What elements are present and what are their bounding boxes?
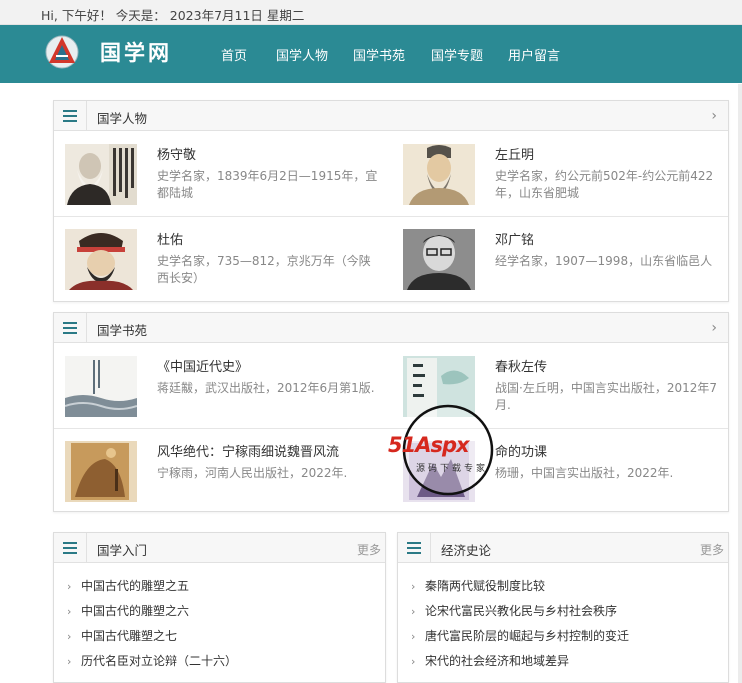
person-desc: 史学名家，约公元前502年-约公元前422年，山东省肥城 — [495, 169, 714, 200]
person-portrait — [403, 144, 475, 205]
list-item[interactable]: › 中国古代的雕塑之五 — [67, 577, 237, 602]
person-item[interactable]: 杨守敬 史学名家，1839年6月2日—1915年，宜都陆城 — [54, 144, 392, 214]
book-desc: 杨珊，中国言实出版社，2022年. — [495, 466, 674, 480]
person-portrait — [65, 229, 137, 290]
book-title[interactable]: 春秋左传 — [495, 356, 547, 375]
menu-icon — [63, 322, 77, 334]
more-link[interactable]: 更多 — [357, 541, 381, 558]
person-item[interactable]: 邓广铭 经学名家，1907—1998，山东省临邑人 — [392, 229, 730, 299]
site-header: 国学网 首页 国学人物 国学书苑 国学专题 用户留言 — [0, 25, 742, 83]
person-item[interactable]: 杜佑 史学名家，735—812，京兆万年（今陕西长安） — [54, 229, 392, 299]
person-name[interactable]: 杨守敬 — [157, 144, 196, 163]
nav-books[interactable]: 国学书苑 — [353, 45, 405, 64]
books-panel-title: 国学书苑 — [97, 323, 148, 338]
intro-panel-title: 国学入门 — [97, 543, 148, 558]
chevron-right-icon: › — [411, 580, 416, 593]
top-info-bar: Hi, 下午好！ 今天是： 2023年7月11日 星期二 — [0, 0, 742, 25]
chevron-right-icon[interactable]: › — [711, 108, 717, 124]
menu-icon — [63, 542, 77, 554]
nav-topics[interactable]: 国学专题 — [431, 45, 483, 64]
list-item[interactable]: › 秦隋两代赋役制度比较 — [411, 577, 629, 602]
book-title[interactable]: 《中国近代史》 — [157, 356, 248, 375]
book-title[interactable]: 风华绝代：宁稼雨细说魏晋风流 — [157, 441, 339, 460]
header-divider — [86, 533, 87, 563]
econ-list: › 秦隋两代赋役制度比较 › 论宋代富民兴教化民与乡村社会秩序 › 唐代富民阶层的崛起… — [411, 577, 629, 677]
date-greeting: Hi, 下午好！ 今天是： 2023年7月11日 星期二 — [41, 8, 305, 23]
book-desc: 战国·左丘明，中国言实出版社，2012年7月. — [495, 381, 717, 412]
list-item-link[interactable]: 秦隋两代赋役制度比较 — [425, 579, 545, 593]
chevron-right-icon: › — [67, 630, 72, 643]
watermark-sub: 源码下载专家 — [416, 464, 489, 474]
person-portrait — [403, 229, 475, 290]
menu-icon — [407, 542, 421, 554]
row-divider — [54, 216, 728, 217]
chevron-right-icon: › — [67, 605, 72, 618]
book-item[interactable]: 风华绝代：宁稼雨细说魏晋风流 宁稼雨，河南人民出版社，2022年. — [54, 441, 392, 511]
book-cover — [65, 356, 137, 417]
chevron-right-icon: › — [411, 630, 416, 643]
scrollbar[interactable] — [738, 84, 742, 683]
person-item[interactable]: 左丘明 史学名家，约公元前502年-约公元前422年，山东省肥城 — [392, 144, 730, 214]
list-item-link[interactable]: 历代名臣对立论辩（二十六） — [81, 654, 237, 668]
people-panel: 国学人物 › 杨守敬 史学名家，1839年6月2日—1915年，宜都陆城 左丘明… — [53, 100, 729, 302]
econ-panel-header: 经济史论 更多 — [398, 533, 728, 563]
site-logo-text[interactable]: 国学网 — [100, 37, 172, 67]
menu-icon — [63, 110, 77, 122]
chevron-right-icon: › — [411, 655, 416, 668]
more-link[interactable]: 更多 — [700, 541, 724, 558]
econ-panel-title: 经济史论 — [441, 543, 492, 558]
list-item-link[interactable]: 唐代富民阶层的崛起与乡村控制的变迁 — [425, 629, 629, 643]
chevron-right-icon[interactable]: › — [711, 320, 717, 336]
list-item[interactable]: › 历代名臣对立论辩（二十六） — [67, 652, 237, 677]
list-item[interactable]: › 宋代的社会经济和地域差异 — [411, 652, 629, 677]
header-divider — [86, 313, 87, 343]
list-item[interactable]: › 中国古代雕塑之七 — [67, 627, 237, 652]
people-panel-header: 国学人物 › — [54, 101, 728, 131]
book-item[interactable]: 《中国近代史》 蒋廷黻，武汉出版社，2012年6月第1版. — [54, 356, 392, 426]
chevron-right-icon: › — [411, 605, 416, 618]
book-desc: 蒋廷黻，武汉出版社，2012年6月第1版. — [157, 381, 375, 395]
person-desc: 经学名家，1907—1998，山东省临邑人 — [495, 254, 713, 268]
list-item-link[interactable]: 宋代的社会经济和地域差异 — [425, 654, 569, 668]
person-name[interactable]: 杜佑 — [157, 229, 183, 248]
person-desc: 史学名家，735—812，京兆万年（今陕西长安） — [157, 254, 371, 285]
list-item-link[interactable]: 中国古代雕塑之七 — [81, 629, 177, 643]
intro-list: › 中国古代的雕塑之五 › 中国古代的雕塑之六 › 中国古代雕塑之七 › 历代名臣对立论… — [67, 577, 237, 677]
list-item[interactable]: › 论宋代富民兴教化民与乡村社会秩序 — [411, 602, 629, 627]
watermark-brand: 51Aspx — [388, 433, 470, 457]
header-divider — [430, 533, 431, 563]
person-desc: 史学名家，1839年6月2日—1915年，宜都陆城 — [157, 169, 378, 200]
list-item[interactable]: › 中国古代的雕塑之六 — [67, 602, 237, 627]
book-cover — [65, 441, 137, 502]
person-name[interactable]: 邓广铭 — [495, 229, 534, 248]
list-item-link[interactable]: 论宋代富民兴教化民与乡村社会秩序 — [425, 604, 617, 618]
nav-home[interactable]: 首页 — [221, 45, 247, 64]
header-divider — [86, 101, 87, 131]
nav-people[interactable]: 国学人物 — [276, 45, 328, 64]
people-panel-title: 国学人物 — [97, 111, 148, 126]
book-desc: 宁稼雨，河南人民出版社，2022年. — [157, 466, 348, 480]
nav-guestbook[interactable]: 用户留言 — [508, 45, 560, 64]
list-item-link[interactable]: 中国古代的雕塑之六 — [81, 604, 189, 618]
intro-panel-header: 国学入门 更多 — [54, 533, 385, 563]
person-portrait — [65, 144, 137, 205]
chevron-right-icon: › — [67, 580, 72, 593]
chevron-right-icon: › — [67, 655, 72, 668]
logo-icon[interactable] — [44, 33, 80, 69]
books-panel-header: 国学书苑 › — [54, 313, 728, 343]
intro-panel: 国学入门 更多 › 中国古代的雕塑之五 › 中国古代的雕塑之六 › 中国古代雕塑之七 … — [53, 532, 386, 683]
watermark-logo: 51Aspx 源码下载专家 — [388, 403, 508, 498]
econ-panel: 经济史论 更多 › 秦隋两代赋役制度比较 › 论宋代富民兴教化民与乡村社会秩序 › 唐… — [397, 532, 729, 683]
list-item-link[interactable]: 中国古代的雕塑之五 — [81, 579, 189, 593]
list-item[interactable]: › 唐代富民阶层的崛起与乡村控制的变迁 — [411, 627, 629, 652]
person-name[interactable]: 左丘明 — [495, 144, 534, 163]
